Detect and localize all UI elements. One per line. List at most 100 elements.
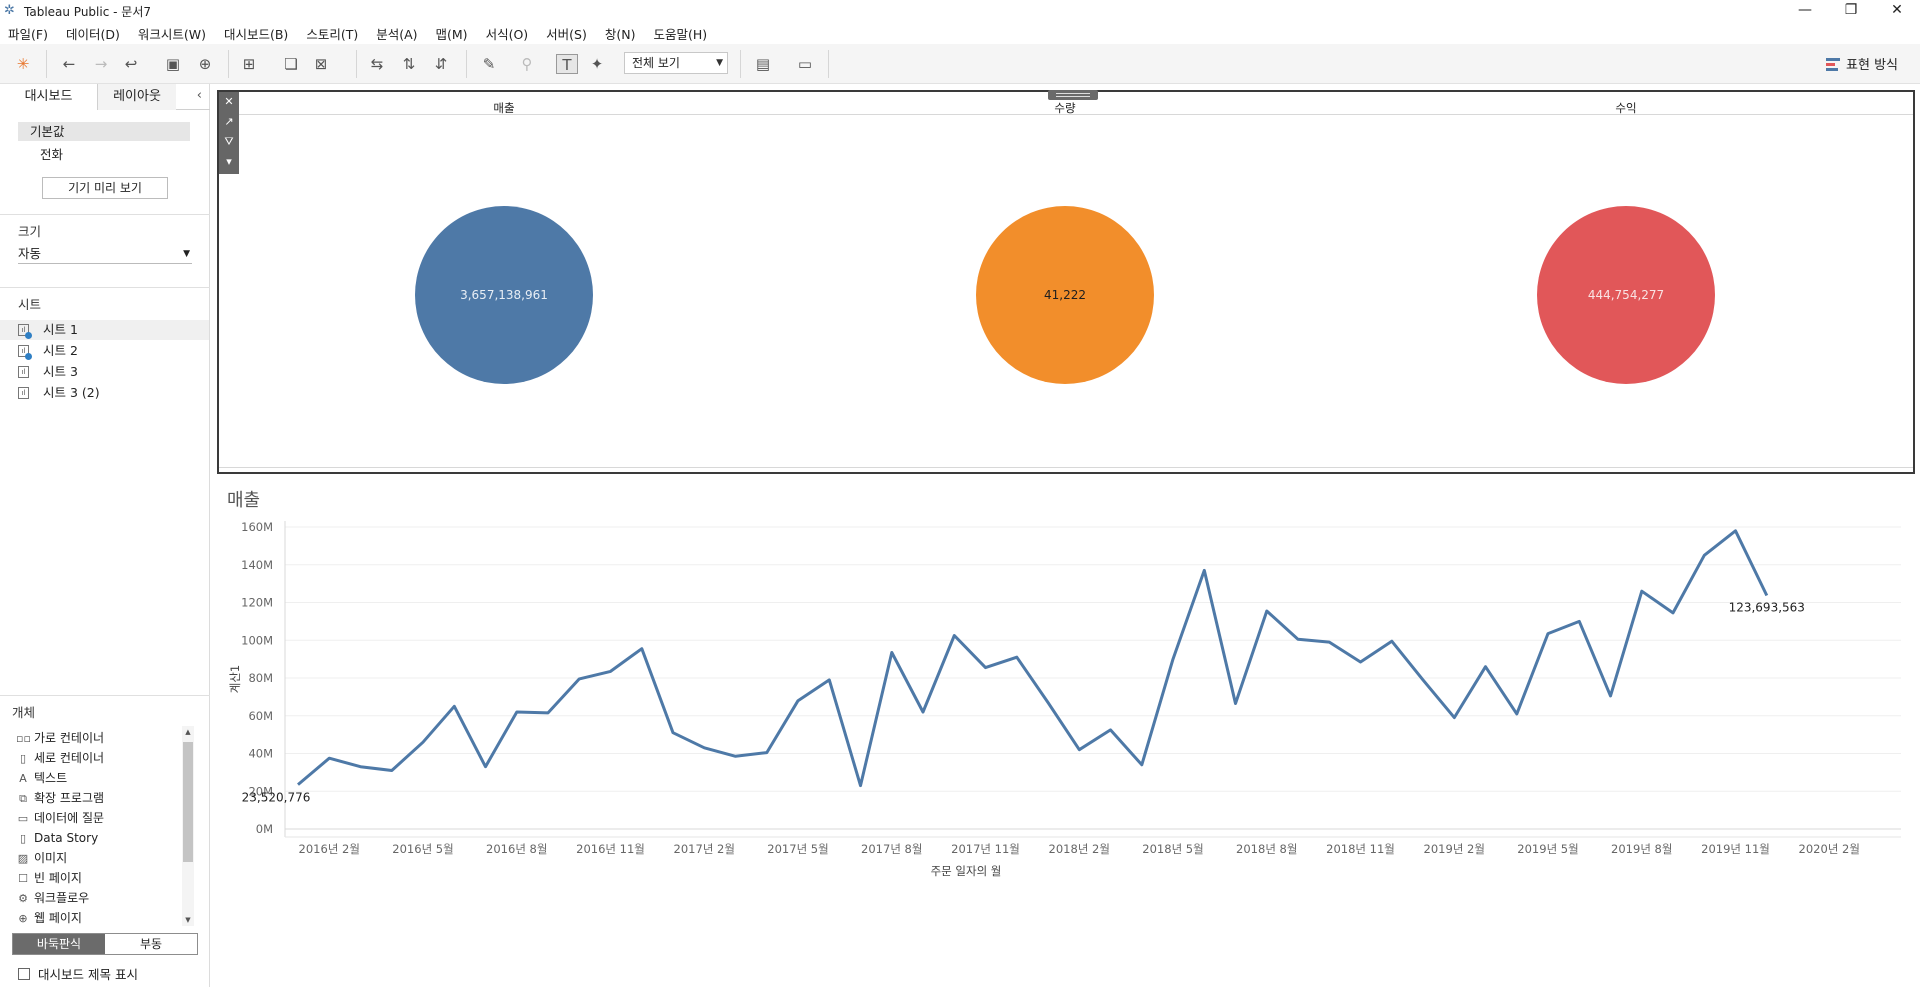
highlight-icon[interactable]: ✎ [478, 54, 500, 74]
new-data-source-icon[interactable]: ⊕ [194, 54, 216, 74]
data-point[interactable] [1764, 593, 1770, 599]
sheet-item-sheet-1[interactable]: ıl 시트 1 [0, 320, 209, 340]
tableau-home-icon[interactable]: ✳ [12, 54, 34, 74]
show-me-button[interactable]: 표현 방식 [1826, 54, 1898, 73]
data-point[interactable] [1233, 700, 1239, 706]
data-point[interactable] [701, 745, 707, 751]
show-mark-labels-icon[interactable]: T [556, 54, 578, 74]
data-point[interactable] [1264, 608, 1270, 614]
sort-descending-icon[interactable]: ⇵ [430, 54, 452, 74]
data-point[interactable] [1358, 659, 1364, 665]
data-point[interactable] [420, 739, 426, 745]
object-web-page[interactable]: ⊕ 웹 페이지 [16, 909, 82, 927]
data-point[interactable] [1389, 638, 1395, 644]
data-point[interactable] [1514, 711, 1520, 717]
menu-window[interactable]: 창(N) [605, 24, 636, 43]
collapse-panel-icon[interactable]: ‹ [197, 88, 202, 103]
data-point[interactable] [326, 755, 332, 761]
data-point[interactable] [451, 703, 457, 709]
new-worksheet-icon[interactable]: ⊞ [238, 54, 260, 74]
data-point[interactable] [1170, 656, 1176, 662]
redo-icon[interactable]: → [90, 54, 112, 74]
device-default[interactable]: 기본값 [18, 122, 190, 141]
data-point[interactable] [483, 764, 489, 770]
data-point[interactable] [295, 782, 301, 788]
close-button[interactable]: ✕ [1874, 0, 1920, 22]
menu-worksheet[interactable]: 워크시트(W) [138, 24, 206, 43]
tiled-button[interactable]: 바둑판식 [13, 934, 105, 954]
data-point[interactable] [795, 698, 801, 704]
data-point[interactable] [1701, 552, 1707, 558]
undo-icon[interactable]: ← [58, 54, 80, 74]
kpi-sheet-zone[interactable]: 매출 수량 수익 3,657,138,961 41,222 444,754,27… [217, 90, 1915, 474]
data-point[interactable] [1608, 693, 1614, 699]
device-preview-button[interactable]: 기기 미리 보기 [42, 177, 168, 199]
object-horizontal-container[interactable]: ▫▫ 가로 컨테이너 [16, 729, 104, 747]
data-point[interactable] [639, 646, 645, 652]
object-extension[interactable]: ⧉ 확장 프로그램 [16, 789, 104, 807]
data-point[interactable] [1733, 528, 1739, 534]
data-point[interactable] [1076, 747, 1082, 753]
data-point[interactable] [1014, 654, 1020, 660]
scroll-up-icon[interactable]: ▲ [182, 728, 194, 736]
use-as-filter-icon[interactable]: ⛛ [219, 132, 239, 152]
object-vertical-container[interactable]: ▯ 세로 컨테이너 [16, 749, 104, 767]
data-point[interactable] [1545, 631, 1551, 637]
data-point[interactable] [826, 677, 832, 683]
kpi-circle-quantity[interactable]: 41,222 [976, 206, 1154, 384]
sales-line-chart[interactable]: 0M20M40M60M80M100M120M140M160M2016년 2월 20… [211, 504, 1920, 987]
data-point[interactable] [1483, 664, 1489, 670]
menu-analysis[interactable]: 분석(A) [376, 24, 417, 43]
data-point[interactable] [1045, 700, 1051, 706]
data-point[interactable] [951, 633, 957, 639]
sheet-item-sheet-3[interactable]: ıl 시트 3 [0, 362, 209, 382]
duplicate-sheet-icon[interactable]: ❏ [280, 54, 302, 74]
scrollbar-thumb[interactable] [183, 742, 193, 862]
menu-data[interactable]: 데이터(D) [66, 24, 120, 43]
device-phone[interactable]: 전화 [40, 144, 63, 163]
sheet-item-sheet-2[interactable]: ıl 시트 2 [0, 341, 209, 361]
object-ask-data[interactable]: ▭ 데이터에 질문 [16, 809, 104, 827]
swap-rows-columns-icon[interactable]: ⇆ [366, 54, 388, 74]
data-point[interactable] [1139, 762, 1145, 768]
menu-story[interactable]: 스토리(T) [306, 24, 358, 43]
data-point[interactable] [1326, 639, 1332, 645]
data-point[interactable] [889, 650, 895, 656]
more-options-icon[interactable]: ▾ [219, 152, 239, 172]
data-point[interactable] [1576, 618, 1582, 624]
object-blank[interactable]: ☐ 빈 페이지 [16, 869, 82, 887]
data-point[interactable] [389, 767, 395, 773]
object-data-story[interactable]: ▯ Data Story [16, 829, 98, 847]
menu-help[interactable]: 도움말(H) [653, 24, 707, 43]
data-point[interactable] [764, 750, 770, 756]
data-point[interactable] [1108, 727, 1114, 733]
minimize-button[interactable]: — [1782, 0, 1828, 22]
data-point[interactable] [670, 730, 676, 736]
menu-dashboard[interactable]: 대시보드(B) [224, 24, 288, 43]
menu-map[interactable]: 맵(M) [436, 24, 468, 43]
kpi-circle-sales[interactable]: 3,657,138,961 [415, 206, 593, 384]
menu-server[interactable]: 서버(S) [546, 24, 587, 43]
move-handle-icon[interactable] [1048, 90, 1098, 100]
data-point[interactable] [358, 764, 364, 770]
fit-dropdown[interactable]: 전체 보기 ▼ [624, 52, 728, 74]
replay-icon[interactable]: ↩ [120, 54, 142, 74]
restore-button[interactable]: ❐ [1828, 0, 1874, 22]
clear-sheet-icon[interactable]: ⊠ [310, 54, 332, 74]
objects-scrollbar[interactable]: ▲ ▼ [182, 726, 194, 926]
data-point[interactable] [514, 709, 520, 715]
floating-button[interactable]: 부동 [105, 934, 197, 954]
tab-layout[interactable]: 레이아웃 [98, 84, 176, 110]
data-point[interactable] [983, 665, 989, 671]
data-point[interactable] [1670, 610, 1676, 616]
object-workflow[interactable]: ⚙ 워크플로우 [16, 889, 89, 907]
tab-dashboard[interactable]: 대시보드 [0, 84, 98, 110]
data-point[interactable] [576, 676, 582, 682]
data-point[interactable] [733, 753, 739, 759]
group-members-icon[interactable]: ⚲ [516, 54, 538, 74]
size-dropdown[interactable]: 자동 ▼ [18, 244, 192, 264]
kpi-circle-profit[interactable]: 444,754,277 [1537, 206, 1715, 384]
object-image[interactable]: ▨ 이미지 [16, 849, 67, 867]
save-icon[interactable]: ▣ [162, 54, 184, 74]
data-point[interactable] [1201, 567, 1207, 573]
